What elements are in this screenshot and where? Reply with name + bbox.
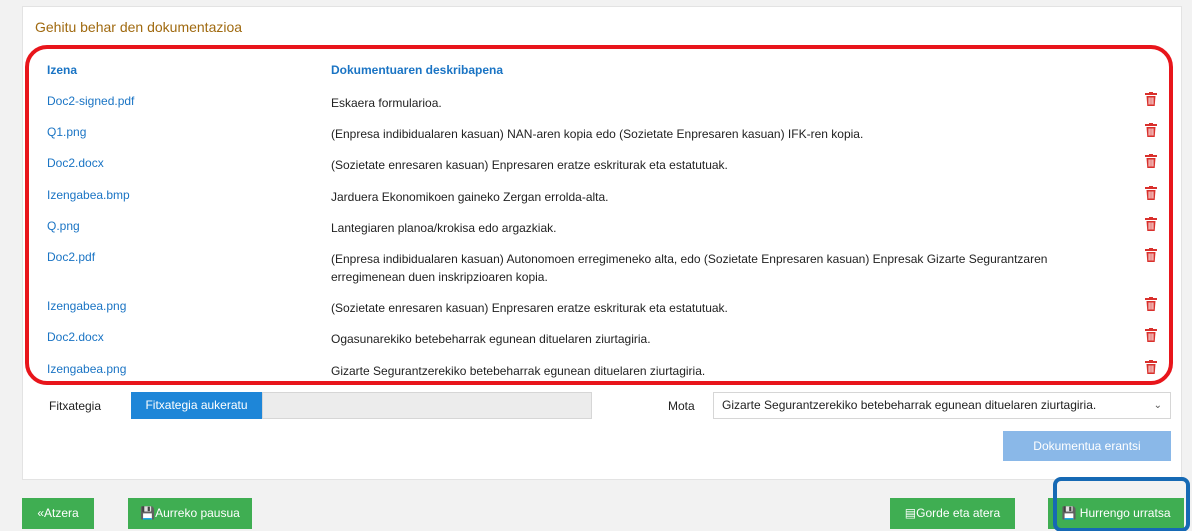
documents-panel: Gehitu behar den dokumentazioa Izena Dok… (22, 6, 1182, 480)
type-label: Mota (668, 399, 695, 413)
choose-file-button[interactable]: Fitxategia aukeratu (131, 392, 262, 419)
document-type-value: Gizarte Segurantzerekiko betebeharrak eg… (722, 398, 1097, 412)
previous-step-label: Aurreko pausua (155, 506, 240, 520)
file-label: Fitxategia (49, 399, 102, 413)
document-type-select[interactable]: Gizarte Segurantzerekiko betebeharrak eg… (713, 392, 1171, 419)
save-and-exit-label: Gorde eta atera (916, 506, 1001, 520)
back-label: Atzera (44, 506, 79, 520)
panel-title: Gehitu behar den dokumentazioa (35, 19, 243, 35)
attach-document-button[interactable]: Dokumentua erantsi (1003, 431, 1171, 461)
chevron-down-icon: ⌄ (1153, 400, 1162, 411)
upload-row: Fitxategia Fitxategia aukeratu Mota Giza… (23, 389, 1183, 419)
list-icon: ▤ (904, 506, 917, 520)
highlight-box (25, 45, 1173, 385)
back-button[interactable]: «Atzera (22, 498, 94, 529)
double-chevron-left-icon: « (37, 506, 44, 520)
save-and-exit-button[interactable]: ▤Gorde eta atera (890, 498, 1015, 529)
previous-step-button[interactable]: 💾Aurreko pausua (128, 498, 252, 529)
file-name-field[interactable] (262, 392, 592, 419)
highlight-box-next (1053, 477, 1190, 531)
save-icon: 💾 (140, 506, 156, 520)
